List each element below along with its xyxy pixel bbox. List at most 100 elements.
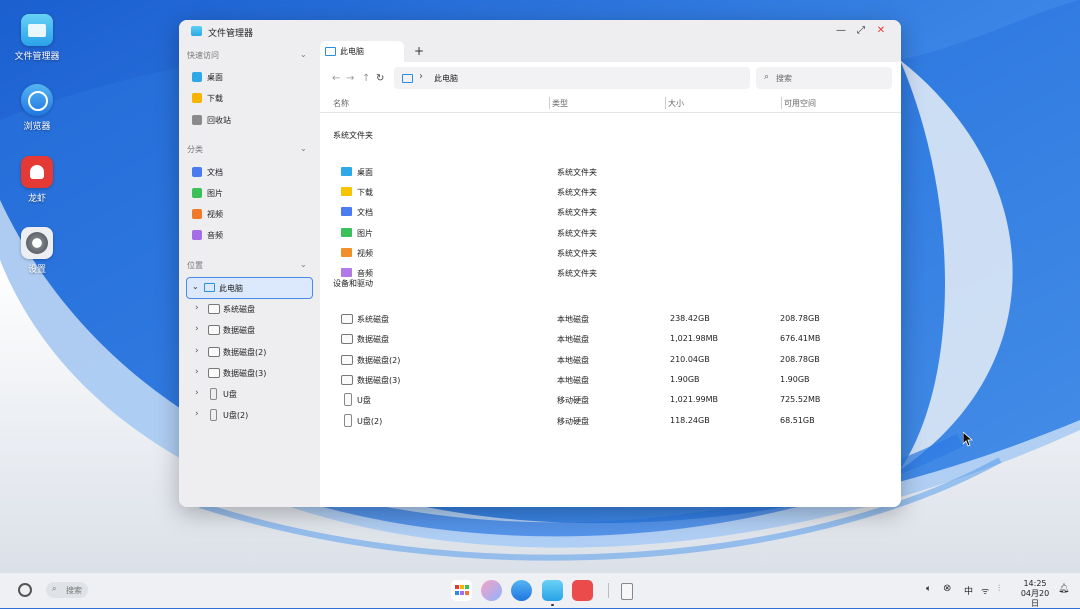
restore-button[interactable]: ⤢ [853,23,869,39]
assistant-icon[interactable] [481,580,502,601]
breadcrumb[interactable]: › 此电脑 [394,67,750,89]
file-row[interactable]: 图片 系统文件夹 [320,223,901,243]
column-name[interactable]: 名称 [333,98,349,109]
sidebar-item-data-disk-3[interactable]: › 数据磁盘(3) [186,363,313,383]
close-button[interactable]: ✕ [873,23,889,39]
desktop-shortcut-file-manager[interactable]: 文件管理器 [9,14,65,62]
taskbar-search-input[interactable]: ⌕ 搜索 [46,582,88,598]
browser-icon[interactable] [511,580,532,601]
tab-bar: 此电脑 + — ⤢ ✕ [320,20,901,62]
drive-row[interactable]: U盘(2) 移动硬盘 118.24GB 68.51GB [320,411,901,431]
file-row[interactable]: 音频 系统文件夹 [320,263,901,283]
clock-date: 04月20日 [1020,589,1050,608]
file-manager-icon[interactable] [542,580,563,601]
desktop-shortcut-settings[interactable]: 设置 [9,227,65,275]
notification-icon[interactable]: ⊗ [943,583,951,594]
drive-row[interactable]: 系统磁盘 本地磁盘 238.42GB 208.78GB [320,309,901,329]
sidebar-item-label: 数据磁盘 [223,326,255,335]
disk-icon [341,354,353,365]
section-categories: 分类 [187,145,203,154]
file-name: 桌面 [357,168,373,177]
sidebar-item-system-disk[interactable]: › 系统磁盘 [186,299,313,319]
column-size[interactable]: 大小 [668,98,684,109]
file-type: 系统文件夹 [557,228,597,238]
video-icon [192,209,202,219]
sidebar-item-label: 回收站 [207,116,231,125]
desktop-shortcut-lobster[interactable]: 龙虾 [9,156,65,204]
sidebar-item-label: 桌面 [207,73,223,82]
column-divider[interactable] [665,97,666,109]
chevron-down-icon[interactable]: ⌄ [300,144,307,153]
column-divider[interactable] [781,97,782,109]
drive-row[interactable]: U盘 移动硬盘 1,021.99MB 725.52MB [320,390,901,410]
drive-size: 210.04GB [670,354,710,364]
launcher-icon[interactable] [451,580,472,601]
back-button[interactable]: ← [332,73,340,84]
file-row[interactable]: 下载 系统文件夹 [320,182,901,202]
bell-icon[interactable]: 🔔︎ [1058,584,1069,594]
disk-icon [341,374,353,385]
desktop-shortcut-label: 设置 [27,265,46,275]
chevron-down-icon[interactable]: ⌄ [300,50,307,59]
chevron-down-icon[interactable]: ⌄ [300,260,307,269]
chevron-right-icon[interactable]: › [195,346,199,356]
sidebar-item-videos[interactable]: 视频 [186,204,313,224]
sidebar-item-label: 数据磁盘(2) [223,348,267,357]
sidebar-item-pictures[interactable]: 图片 [186,183,313,203]
trash-icon[interactable] [616,580,637,601]
chevron-right-icon[interactable]: › [195,388,199,398]
sidebar-item-download[interactable]: 下载 [186,88,313,108]
tab-this-pc[interactable]: 此电脑 [320,41,404,62]
sidebar-item-trash[interactable]: 回收站 [186,110,313,130]
column-divider[interactable] [549,97,550,109]
chevron-down-icon[interactable]: ⌄ [192,282,199,291]
search-placeholder: 搜索 [66,586,82,595]
file-manager-app-icon [191,26,202,36]
up-button[interactable]: ↑ [362,73,370,84]
minimize-button[interactable]: — [833,23,849,39]
wifi-icon[interactable]: ᯤ [981,584,989,597]
file-row[interactable]: 文档 系统文件夹 [320,202,901,222]
sidebar-item-usb-2[interactable]: › U盘(2) [186,405,313,425]
sidebar-item-data-disk[interactable]: › 数据磁盘 [186,320,313,340]
drive-row[interactable]: 数据磁盘(3) 本地磁盘 1.90GB 1.90GB [320,370,901,390]
breadcrumb-separator: › [419,71,423,82]
folder-icon [341,227,352,237]
ime-indicator[interactable]: 中 [964,584,973,597]
chevron-right-icon[interactable]: › [195,367,199,377]
drive-free-space: 676.41MB [780,334,821,344]
sidebar-item-desktop[interactable]: 桌面 [186,67,313,87]
sidebar-item-audio[interactable]: 音频 [186,225,313,245]
file-row[interactable]: 视频 系统文件夹 [320,243,901,263]
sidebar-item-usb[interactable]: › U盘 [186,384,313,404]
refresh-button[interactable]: ↻ [376,73,384,84]
control-center-icon[interactable]: ⫶ [998,584,1000,594]
chevron-right-icon[interactable]: › [195,303,199,313]
desktop-shortcut-browser[interactable]: 浏览器 [9,84,65,132]
disk-icon [208,347,220,357]
column-free-space[interactable]: 可用空间 [784,98,816,109]
forward-button[interactable]: → [346,73,354,84]
chevron-right-icon[interactable]: › [195,324,199,334]
clock[interactable]: 14:25 04月20日 [1017,579,1053,609]
sidebar-item-this-pc[interactable]: ⌄ 此电脑 [186,277,313,299]
column-type[interactable]: 类型 [552,98,568,109]
start-menu-icon[interactable] [18,583,32,597]
breadcrumb-item[interactable]: 此电脑 [434,73,458,84]
chevron-right-icon[interactable]: › [195,409,199,419]
computer-icon [325,47,336,56]
sidebar-item-label: 视频 [207,210,223,219]
drive-row[interactable]: 数据磁盘 本地磁盘 1,021.98MB 676.41MB [320,329,901,349]
download-icon [192,93,202,103]
file-row[interactable]: 桌面 系统文件夹 [320,162,901,182]
browser-icon [21,84,53,116]
sidebar-item-label: U盘(2) [223,411,249,420]
sidebar-item-documents[interactable]: 文档 [186,162,313,182]
search-input[interactable]: ⌕ 搜索 [756,67,892,89]
audio-icon [192,230,202,240]
new-tab-button[interactable]: + [414,44,424,58]
app-store-icon[interactable] [572,580,593,601]
drive-row[interactable]: 数据磁盘(2) 本地磁盘 210.04GB 208.78GB [320,350,901,370]
sidebar-item-data-disk-2[interactable]: › 数据磁盘(2) [186,342,313,362]
volume-icon[interactable]: 🔈︎ [926,584,931,594]
